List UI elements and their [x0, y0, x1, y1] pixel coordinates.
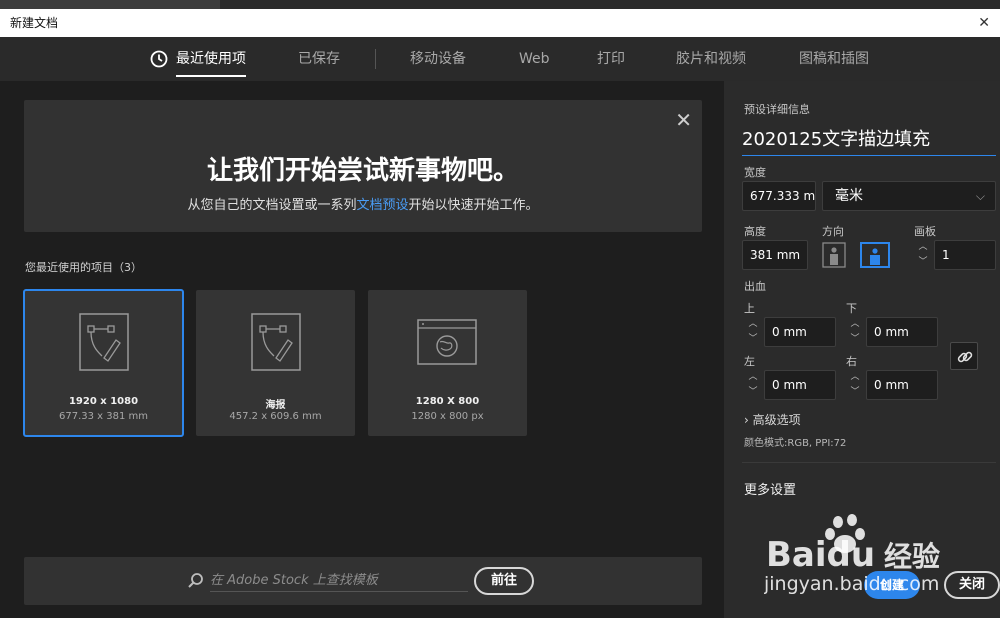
bleed-right-label: 右 — [846, 355, 857, 368]
preset-section-label: 预设详细信息 — [744, 103, 810, 116]
recent-items-title: 您最近使用的项目（3） — [25, 261, 142, 274]
banner-sub-before: 从您自己的文档设置或一系列 — [187, 198, 357, 213]
width-label: 宽度 — [744, 166, 766, 179]
stock-search-input[interactable] — [210, 570, 468, 592]
step-up-icon[interactable]: ︿ — [846, 370, 864, 385]
active-tab-underline — [176, 75, 246, 77]
main-panel: 让我们开始尝试新事物吧。 从您自己的文档设置或一系列文档预设开始以快速开始工作。… — [0, 81, 722, 618]
step-up-icon[interactable]: ︿ — [846, 317, 864, 332]
welcome-banner: 让我们开始尝试新事物吧。 从您自己的文档设置或一系列文档预设开始以快速开始工作。… — [24, 100, 702, 232]
step-up-icon[interactable]: ︿ — [744, 370, 762, 385]
banner-close-icon[interactable]: ✕ — [675, 108, 692, 132]
preset-details-panel: 预设详细信息 2020125文字描边填充 宽度 677.333 mm 毫米 ⌵ … — [724, 81, 1000, 618]
artboards-label: 画板 — [914, 225, 936, 238]
bleed-bottom-label: 下 — [846, 302, 857, 315]
go-button[interactable]: 前往 — [474, 567, 534, 595]
height-label: 高度 — [744, 225, 766, 238]
recent-item-name: 1920 x 1080 — [68, 396, 139, 407]
title-bar: 新建文档 ✕ — [0, 9, 1000, 37]
create-button[interactable]: 创建 — [864, 571, 920, 599]
step-down-icon[interactable]: ﹀ — [744, 332, 762, 347]
recent-item-name: 1280 X 800 — [415, 396, 480, 407]
bleed-label: 出血 — [744, 280, 766, 293]
unit-select[interactable]: 毫米 ⌵ — [822, 181, 996, 211]
clock-icon — [150, 50, 168, 68]
portrait-orientation-icon[interactable] — [822, 242, 846, 268]
bleed-right-stepper[interactable]: ︿ ﹀ — [846, 370, 864, 400]
bleed-top-label: 上 — [744, 302, 755, 315]
link-bleed-icon[interactable] — [950, 342, 978, 370]
panel-divider — [742, 462, 996, 463]
bleed-left-input[interactable]: 0 mm — [764, 370, 836, 400]
bleed-top-input[interactable]: 0 mm — [764, 317, 836, 347]
tab-mobile[interactable]: 移动设备 — [410, 37, 466, 81]
artboards-input[interactable]: 1 — [934, 240, 996, 270]
os-tab — [0, 0, 220, 9]
tab-saved[interactable]: 已保存 — [298, 37, 340, 81]
preset-link[interactable]: 文档预设 — [356, 198, 408, 213]
tab-web[interactable]: Web — [519, 37, 550, 81]
recent-item-card[interactable]: 1280 X 800 1280 x 800 px — [368, 290, 527, 436]
step-up-icon[interactable]: ︿ — [914, 240, 932, 255]
banner-subtext: 从您自己的文档设置或一系列文档预设开始以快速开始工作。 — [24, 194, 702, 213]
step-down-icon[interactable]: ﹀ — [846, 332, 864, 347]
bleed-left-label: 左 — [744, 355, 755, 368]
search-icon — [188, 573, 203, 588]
chain-link-icon — [957, 351, 973, 363]
web-browser-icon — [417, 319, 477, 365]
tab-separator — [375, 49, 376, 69]
banner-sub-after: 开始以快速开始工作。 — [408, 198, 539, 213]
step-down-icon[interactable]: ﹀ — [846, 385, 864, 400]
advanced-options-label: 高级选项 — [752, 413, 801, 427]
step-down-icon[interactable]: ﹀ — [914, 255, 932, 270]
tab-label: 最近使用项 — [176, 51, 246, 67]
tab-print[interactable]: 打印 — [597, 37, 625, 81]
artboard-doc-icon — [79, 313, 129, 371]
chevron-right-icon: › — [744, 413, 749, 427]
document-name-field[interactable]: 2020125文字描边填充 — [742, 125, 996, 156]
tab-film-video[interactable]: 胶片和视频 — [676, 37, 746, 81]
window-close-icon[interactable]: ✕ — [978, 9, 990, 37]
recent-item-size: 677.33 x 381 mm — [58, 411, 148, 422]
os-tab-strip — [0, 0, 1000, 9]
bleed-top-stepper[interactable]: ︿ ﹀ — [744, 317, 762, 347]
recent-item-name: 海报 — [265, 400, 286, 411]
bleed-right-input[interactable]: 0 mm — [866, 370, 938, 400]
tab-recent[interactable]: 最近使用项 — [150, 37, 246, 81]
recent-item-card[interactable]: 海报 457.2 x 609.6 mm — [196, 290, 355, 436]
recent-item-size: 457.2 x 609.6 mm — [229, 411, 322, 422]
step-up-icon[interactable]: ︿ — [744, 317, 762, 332]
step-down-icon[interactable]: ﹀ — [744, 385, 762, 400]
bleed-bottom-stepper[interactable]: ︿ ﹀ — [846, 317, 864, 347]
close-button[interactable]: 关闭 — [944, 571, 1000, 599]
recent-item-card[interactable]: 1920 x 1080 677.33 x 381 mm — [23, 289, 184, 437]
category-tabs: 最近使用项 已保存 移动设备 Web 打印 胶片和视频 图稿和插图 — [0, 37, 1000, 81]
chevron-down-icon: ⌵ — [975, 189, 985, 203]
height-input[interactable]: 381 mm — [742, 240, 808, 270]
artboards-stepper[interactable]: ︿ ﹀ — [914, 240, 932, 270]
bleed-bottom-input[interactable]: 0 mm — [866, 317, 938, 347]
window-title: 新建文档 — [10, 16, 59, 30]
landscape-orientation-icon[interactable] — [860, 242, 890, 268]
orientation-label: 方向 — [822, 225, 844, 238]
width-input[interactable]: 677.333 mm — [742, 181, 816, 211]
advanced-options-toggle[interactable]: › 高级选项 — [744, 411, 801, 428]
color-mode-text: 颜色模式:RGB, PPI:72 — [744, 438, 847, 449]
tab-art-illustration[interactable]: 图稿和插图 — [799, 37, 869, 81]
recent-item-size: 1280 x 800 px — [411, 411, 484, 422]
banner-headline: 让我们开始尝试新事物吧。 — [206, 156, 519, 186]
artboard-doc-icon — [251, 313, 301, 371]
unit-value: 毫米 — [835, 188, 863, 204]
bleed-left-stepper[interactable]: ︿ ﹀ — [744, 370, 762, 400]
stock-search-bar: 前往 — [24, 557, 702, 605]
more-settings-link[interactable]: 更多设置 — [744, 479, 796, 498]
